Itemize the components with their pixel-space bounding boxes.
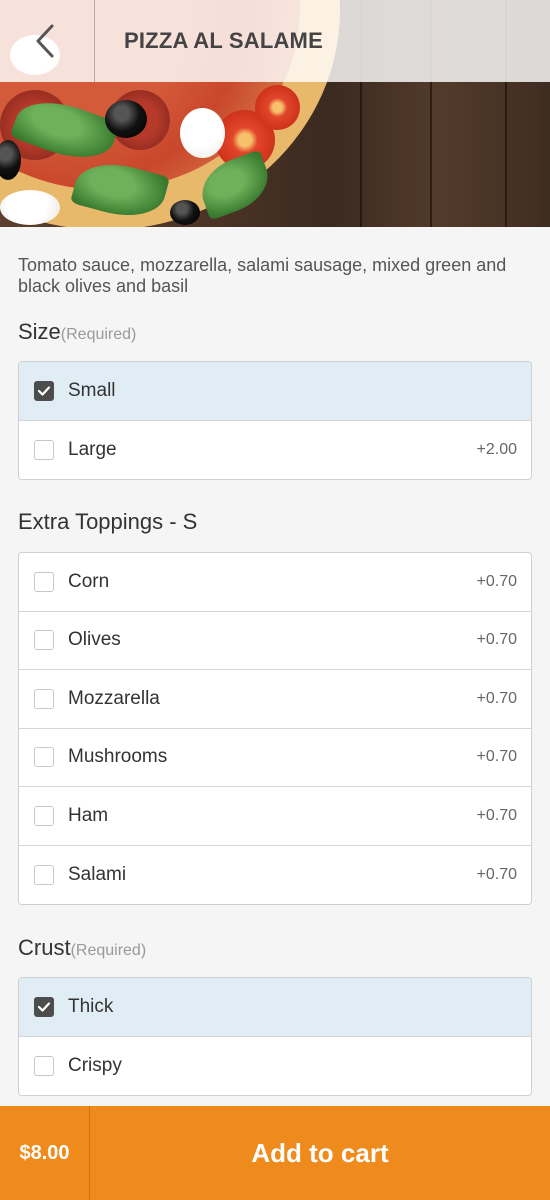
toppings-section-title: Extra Toppings - S	[18, 509, 532, 537]
crust-title: Crust	[18, 935, 71, 960]
topping-option-olives[interactable]: Olives +0.70	[19, 611, 531, 670]
crust-section-title: Crust (Required)	[18, 935, 532, 963]
option-label: Thick	[68, 995, 114, 1017]
option-price: +0.70	[476, 865, 517, 883]
checkbox-empty-icon[interactable]	[34, 688, 54, 709]
option-label: Mozzarella	[68, 687, 160, 709]
size-options: Small Large +2.00	[18, 361, 532, 480]
size-option-small[interactable]: Small	[19, 362, 531, 421]
option-price: +0.70	[476, 689, 517, 707]
option-label: Salami	[68, 863, 127, 885]
checkbox-empty-icon[interactable]	[34, 571, 54, 592]
crust-required-label: (Required)	[70, 942, 147, 959]
checkbox-empty-icon[interactable]	[34, 805, 54, 826]
cart-bar: $8.00 Add to cart	[0, 1106, 550, 1200]
crust-option-thick[interactable]: Thick	[19, 978, 531, 1037]
checkbox-empty-icon[interactable]	[34, 439, 54, 460]
top-bar: PIZZA AL SALAME	[0, 0, 550, 82]
option-label: Small	[68, 379, 116, 401]
add-to-cart-button[interactable]: Add to cart	[90, 1106, 550, 1200]
product-description: Tomato sauce, mozzarella, salami sausage…	[18, 255, 507, 296]
checkbox-empty-icon[interactable]	[34, 747, 54, 768]
product-options: Tomato sauce, mozzarella, salami sausage…	[0, 227, 550, 1096]
option-price: +0.70	[476, 631, 517, 649]
topping-option-mushrooms[interactable]: Mushrooms +0.70	[19, 728, 531, 787]
checkbox-checked-icon[interactable]	[34, 996, 54, 1017]
toppings-options: Corn +0.70 Olives +0.70 Mozzarella +0.70…	[18, 552, 532, 905]
option-label: Olives	[68, 629, 121, 651]
page-title: PIZZA AL SALAME	[124, 28, 323, 53]
option-label: Ham	[68, 804, 109, 826]
option-label: Large	[68, 438, 117, 460]
size-option-large[interactable]: Large +2.00	[19, 420, 531, 479]
option-price: +0.70	[476, 748, 517, 766]
option-price: +0.70	[476, 572, 517, 590]
crust-option-crispy[interactable]: Crispy	[19, 1036, 531, 1095]
option-label: Mushrooms	[68, 746, 168, 768]
checkbox-checked-icon[interactable]	[34, 380, 54, 401]
size-required-label: (Required)	[60, 326, 137, 343]
topping-option-salami[interactable]: Salami +0.70	[19, 845, 531, 904]
size-title: Size	[18, 319, 61, 344]
option-price: +0.70	[476, 806, 517, 824]
topping-option-ham[interactable]: Ham +0.70	[19, 787, 531, 846]
checkbox-empty-icon[interactable]	[34, 864, 54, 885]
checkbox-empty-icon[interactable]	[34, 1055, 54, 1076]
option-price: +2.00	[476, 440, 517, 458]
topping-option-corn[interactable]: Corn +0.70	[19, 553, 531, 612]
checkbox-empty-icon[interactable]	[34, 630, 54, 651]
topping-option-mozzarella[interactable]: Mozzarella +0.70	[19, 670, 531, 729]
option-label: Corn	[68, 570, 110, 592]
crust-options: Thick Crispy	[18, 977, 532, 1096]
total-price: $8.00	[0, 1106, 90, 1200]
option-label: Crispy	[68, 1054, 122, 1076]
toppings-title: Extra Toppings - S	[18, 509, 198, 534]
size-section-title: Size (Required)	[18, 319, 532, 347]
chevron-left-icon	[36, 24, 54, 58]
back-button[interactable]	[0, 0, 95, 82]
